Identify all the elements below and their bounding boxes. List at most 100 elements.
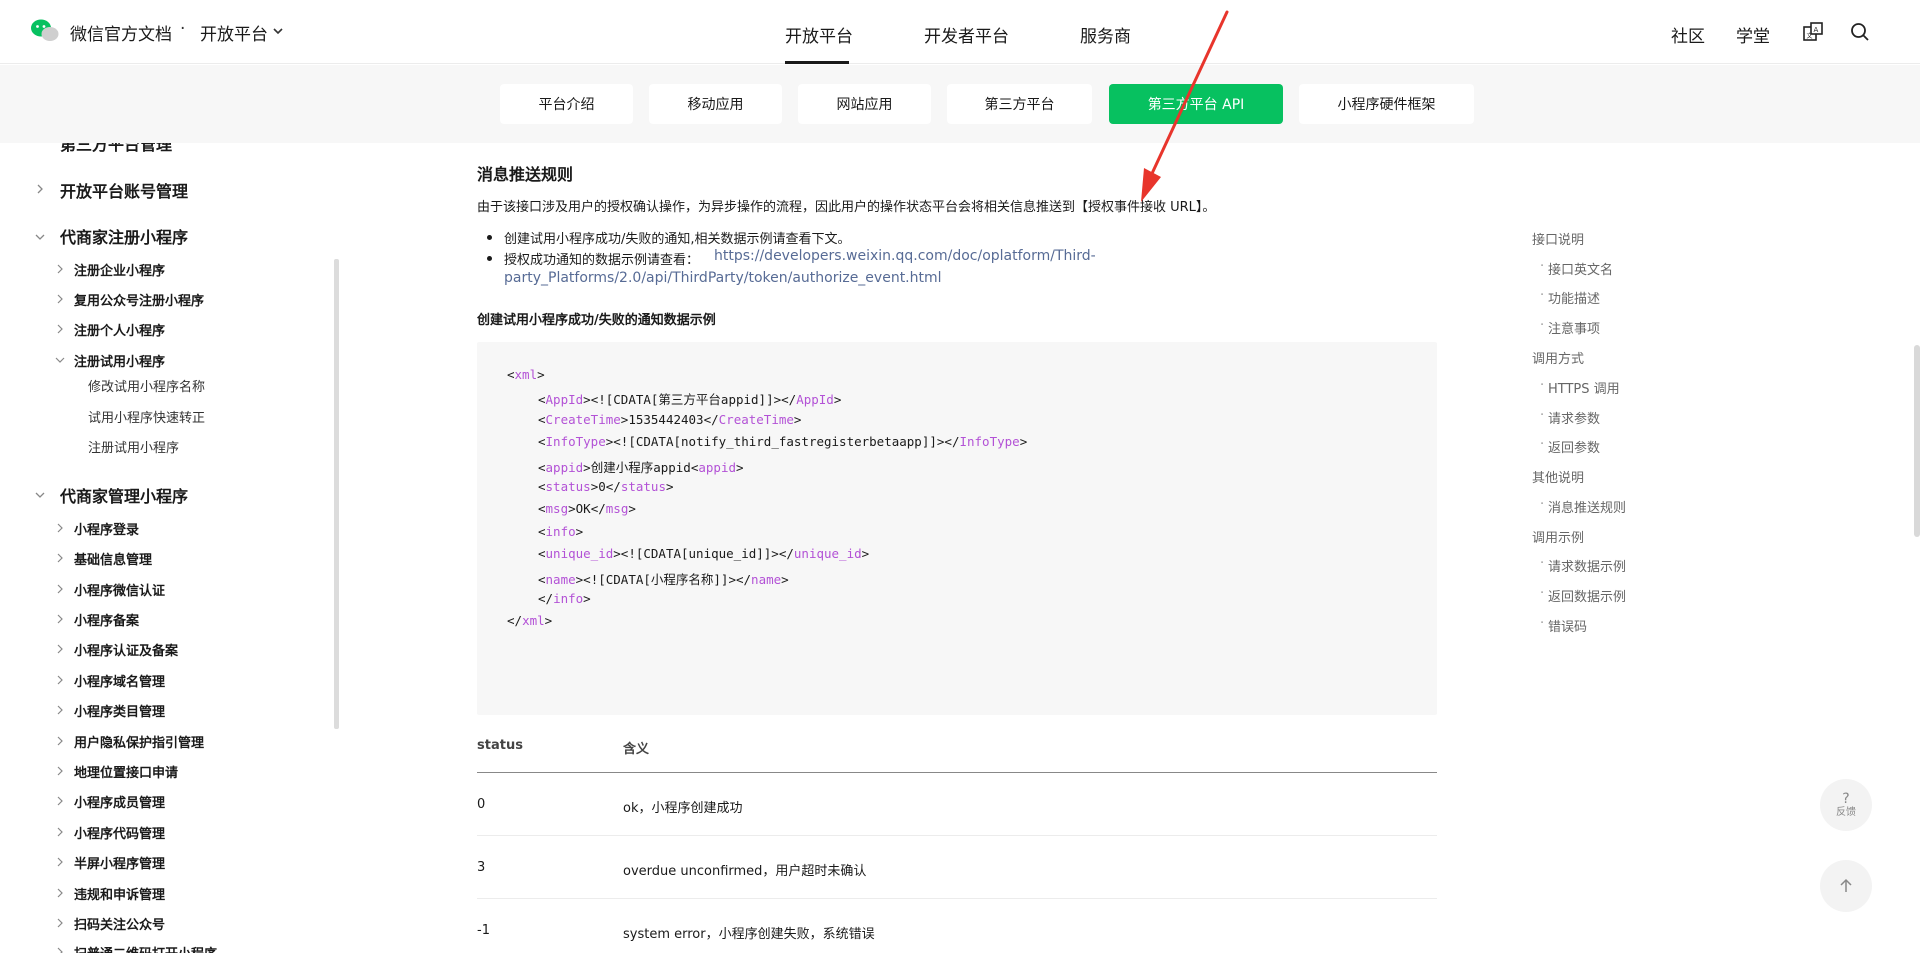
chevron-down-icon[interactable] [271, 24, 285, 38]
chevron-right-icon[interactable] [55, 584, 65, 594]
chevron-right-icon[interactable] [55, 796, 65, 806]
sidebar-item-members[interactable]: 小程序成员管理 [74, 792, 165, 811]
sidebar-item-register-trial[interactable]: 注册试用小程序 [74, 351, 165, 370]
toc-item[interactable]: 错误码 [1540, 616, 1587, 635]
toc-item[interactable]: 调用方式 [1532, 348, 1584, 367]
sidebar-item-basic-info[interactable]: 基础信息管理 [74, 549, 152, 568]
table-cell-meaning: overdue unconfirmed，用户超时未确认 [623, 864, 867, 879]
chevron-right-icon[interactable] [55, 857, 65, 867]
sidebar-item-trial-conversion[interactable]: 试用小程序快速转正 [88, 407, 205, 426]
chevron-right-icon[interactable] [55, 553, 65, 563]
translate-icon[interactable]: A 文 [1802, 21, 1824, 43]
code-line: <CreateTime>1535442403</CreateTime> [538, 412, 802, 427]
toc-item[interactable]: 注意事项 [1540, 318, 1600, 337]
chevron-right-icon[interactable] [55, 614, 65, 624]
sidebar-item-account-management[interactable]: 开放平台账号管理 [60, 178, 188, 202]
subnav-mini-program-hardware[interactable]: 小程序硬件框架 [1299, 84, 1474, 124]
sidebar-item-qrcode-open[interactable]: 扫普通二维码打开小程序 [74, 943, 217, 953]
subnav-mobile-app[interactable]: 移动应用 [649, 84, 782, 124]
subnav-third-party-api[interactable]: 第三方平台 API [1109, 84, 1283, 124]
sidebar-item-manage-mini-program[interactable]: 代商家管理小程序 [60, 483, 188, 507]
toc-item[interactable]: 消息推送规则 [1540, 497, 1626, 516]
code-line: </info> [538, 591, 591, 606]
sidebar-item-code[interactable]: 小程序代码管理 [74, 823, 165, 842]
chevron-down-icon[interactable] [55, 355, 65, 365]
sidebar-item-category[interactable]: 小程序类目管理 [74, 701, 165, 720]
chevron-right-icon[interactable] [55, 736, 65, 746]
chevron-right-icon[interactable] [55, 705, 65, 715]
chevron-down-icon[interactable] [35, 232, 45, 242]
sidebar-item-third-party-management[interactable]: 第三方平台管理 [60, 143, 172, 155]
question-icon: ? [1842, 790, 1850, 807]
chevron-right-icon[interactable] [55, 644, 65, 654]
sidebar-item-reuse-official-account[interactable]: 复用公众号注册小程序 [74, 290, 204, 309]
sidebar-item-register-mini-program[interactable]: 代商家注册小程序 [60, 224, 188, 248]
sidebar-item-wechat-verify[interactable]: 小程序微信认证 [74, 580, 165, 599]
table-cell-status: -1 [477, 923, 490, 938]
page-scrollbar[interactable] [1914, 345, 1920, 537]
sidebar-scrollbar[interactable] [334, 259, 339, 729]
table-header-meaning: 含义 [623, 742, 650, 757]
sidebar-item-login[interactable]: 小程序登录 [74, 519, 139, 538]
chevron-right-icon[interactable] [55, 675, 65, 685]
nav-developer-platform[interactable]: 开发者平台 [924, 22, 1009, 47]
sidebar-item-location-api[interactable]: 地理位置接口申请 [74, 762, 178, 781]
subnav-third-party-platform[interactable]: 第三方平台 [947, 84, 1092, 124]
toc-item[interactable]: 功能描述 [1540, 288, 1600, 307]
toc-item[interactable]: 接口英文名 [1540, 259, 1613, 278]
nav-community[interactable]: 社区 [1671, 22, 1705, 47]
search-icon[interactable] [1849, 21, 1871, 43]
toc-item[interactable]: 返回数据示例 [1540, 586, 1626, 605]
chevron-right-icon[interactable] [55, 947, 65, 953]
authorize-event-link[interactable]: https://developers.weixin.qq.com/doc/opl… [714, 248, 1096, 264]
table-cell-meaning: system error，小程序创建失败，系统错误 [623, 927, 875, 942]
chevron-right-icon[interactable] [55, 523, 65, 533]
authorize-event-link-cont[interactable]: party_Platforms/2.0/api/ThirdParty/token… [504, 270, 942, 286]
nav-service-provider[interactable]: 服务商 [1080, 22, 1131, 47]
sidebar-item-domain[interactable]: 小程序域名管理 [74, 671, 165, 690]
chevron-right-icon[interactable] [55, 324, 65, 334]
chevron-right-icon[interactable] [55, 888, 65, 898]
platform-switcher[interactable]: 开放平台 [200, 20, 268, 45]
chevron-right-icon[interactable] [55, 918, 65, 928]
toc-item[interactable]: 接口说明 [1532, 229, 1584, 248]
chevron-right-icon[interactable] [55, 766, 65, 776]
chevron-right-icon[interactable] [55, 827, 65, 837]
toc-item[interactable]: 其他说明 [1532, 467, 1584, 486]
wechat-logo-icon[interactable] [30, 18, 60, 44]
site-brand[interactable]: 微信官方文档 [70, 20, 172, 45]
toc-item[interactable]: 请求参数 [1540, 408, 1600, 427]
chevron-right-icon[interactable] [55, 294, 65, 304]
toc-item[interactable]: 调用示例 [1532, 527, 1584, 546]
toc-item[interactable]: 请求数据示例 [1540, 556, 1626, 575]
chevron-right-icon[interactable] [55, 264, 65, 274]
nav-academy[interactable]: 学堂 [1736, 22, 1770, 47]
back-to-top-button[interactable] [1820, 860, 1872, 912]
sidebar-item-violation-appeal[interactable]: 违规和申诉管理 [74, 884, 165, 903]
chevron-down-icon[interactable] [35, 490, 45, 500]
chevron-right-icon[interactable] [35, 184, 45, 194]
code-line: <appid>创建小程序appid<appid> [538, 460, 744, 475]
code-line: </xml> [507, 613, 553, 628]
bullet-dot [487, 235, 492, 240]
sidebar-item-verify-and-filing[interactable]: 小程序认证及备案 [74, 640, 178, 659]
nav-open-platform[interactable]: 开放平台 [785, 22, 853, 47]
sidebar-item-register-personal[interactable]: 注册个人小程序 [74, 320, 165, 339]
sidebar-item-register-trial-sub[interactable]: 注册试用小程序 [88, 437, 179, 456]
toc-item[interactable]: HTTPS 调用 [1540, 378, 1620, 397]
subnav-website-app[interactable]: 网站应用 [798, 84, 931, 124]
sidebar-item-filing[interactable]: 小程序备案 [74, 610, 139, 629]
table-row: 0 ok，小程序创建成功 [477, 773, 1437, 836]
intro-paragraph: 由于该接口涉及用户的授权确认操作，为异步操作的流程，因此用户的操作状态平台会将相… [477, 200, 1216, 215]
sidebar-item-privacy[interactable]: 用户隐私保护指引管理 [74, 732, 204, 751]
top-navigation-bar: 微信官方文档 · 开放平台 开放平台 开发者平台 服务商 社区 学堂 A 文 [0, 0, 1920, 64]
toc-item[interactable]: 返回参数 [1540, 437, 1600, 456]
feedback-button[interactable]: ? 反馈 [1820, 779, 1872, 831]
table-header-status: status [477, 738, 523, 753]
sidebar-item-half-screen[interactable]: 半屏小程序管理 [74, 853, 165, 872]
sidebar-item-register-enterprise[interactable]: 注册企业小程序 [74, 260, 165, 279]
sidebar-item-scan-follow[interactable]: 扫码关注公众号 [74, 914, 165, 933]
sidebar-item-rename-trial[interactable]: 修改试用小程序名称 [88, 376, 205, 395]
code-block[interactable]: <xml> <AppId><![CDATA[第三方平台appid]]></App… [477, 342, 1437, 715]
subnav-platform-intro[interactable]: 平台介绍 [500, 84, 633, 124]
